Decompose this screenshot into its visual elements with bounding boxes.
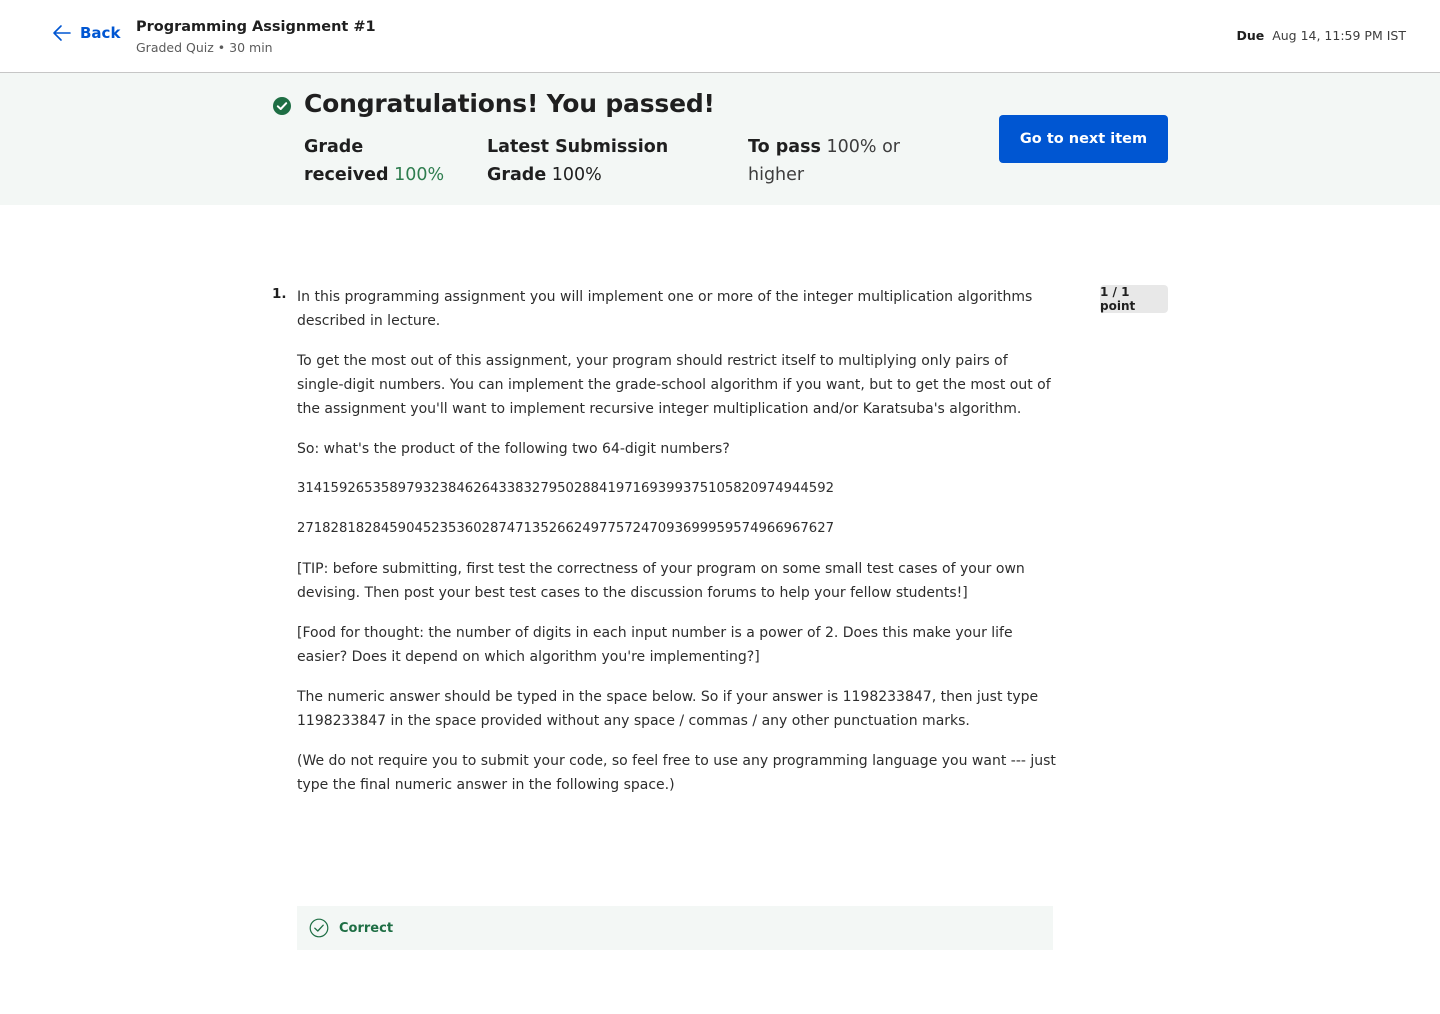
- assignment-title: Programming Assignment #1: [136, 19, 376, 35]
- assignment-title-block: Programming Assignment #1 Graded Quiz • …: [136, 17, 376, 59]
- pass-value-line1: 100% or: [826, 137, 900, 157]
- question-paragraph: (We do not require you to submit your co…: [297, 753, 1056, 793]
- input-number-1: 3141592653589793238462643383279502884197…: [297, 481, 834, 496]
- question-paragraph: [Food for thought: the number of digits …: [297, 625, 1013, 665]
- question-paragraph: In this programming assignment you will …: [297, 289, 1033, 329]
- latest-label-line2: Grade: [487, 165, 547, 185]
- back-button[interactable]: Back: [52, 24, 120, 42]
- back-label[interactable]: Back: [80, 24, 120, 42]
- question-body: In this programming assignment you will …: [297, 285, 1057, 813]
- question-paragraph: So: what's the product of the following …: [297, 441, 730, 457]
- question-paragraph: [TIP: before submitting, first test the …: [297, 561, 1025, 601]
- latest-value: 100%: [551, 165, 602, 185]
- grade-received: Grade received 100%: [304, 133, 464, 189]
- question-paragraph: The numeric answer should be typed in th…: [297, 689, 1039, 729]
- grade-label-line1: Grade: [304, 137, 364, 157]
- due-value: Aug 14, 11:59 PM IST: [1272, 28, 1406, 43]
- assignment-subtitle: Graded Quiz • 30 min: [136, 40, 273, 55]
- question-paragraph: To get the most out of this assignment, …: [297, 353, 1051, 417]
- input-number-2: 2718281828459045235360287471352662497757…: [297, 521, 834, 536]
- result-banner: Congratulations! You passed! Grade recei…: [0, 73, 1440, 205]
- points-badge: 1 / 1 point: [1100, 285, 1168, 313]
- pass-label: To pass: [748, 137, 821, 157]
- check-circle-icon: [309, 918, 329, 938]
- grade-label-line2: received: [304, 165, 389, 185]
- go-to-next-item-button[interactable]: Go to next item: [999, 115, 1168, 163]
- top-bar: Back Programming Assignment #1 Graded Qu…: [0, 0, 1440, 73]
- arrow-left-icon: [53, 25, 71, 41]
- question-number: 1.: [272, 286, 287, 302]
- due-date: Due Aug 14, 11:59 PM IST: [1236, 28, 1406, 43]
- pass-headline: Congratulations! You passed!: [304, 89, 715, 118]
- latest-label-line1: Latest Submission: [487, 137, 669, 157]
- grade-value: 100%: [394, 165, 445, 185]
- due-label: Due: [1236, 28, 1265, 43]
- feedback-label: Correct: [339, 920, 394, 936]
- pass-threshold: To pass 100% or higher: [748, 133, 928, 189]
- pass-value-line2: higher: [748, 165, 805, 185]
- answer-feedback: Correct: [297, 906, 1053, 950]
- latest-submission-grade: Latest Submission Grade 100%: [487, 133, 687, 189]
- check-circle-filled-icon: [273, 97, 291, 115]
